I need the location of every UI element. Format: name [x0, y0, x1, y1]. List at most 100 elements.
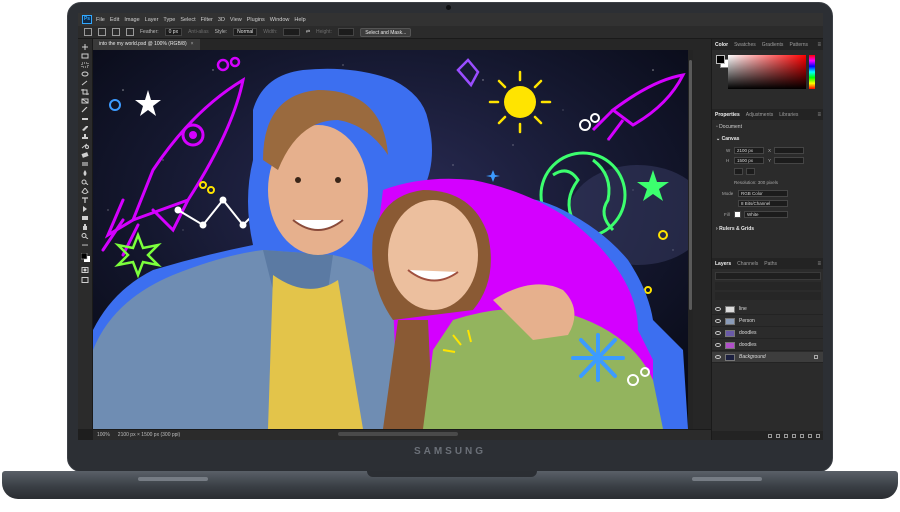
- menu-3d[interactable]: 3D: [218, 17, 225, 23]
- menu-file[interactable]: File: [96, 17, 105, 23]
- tab-patterns[interactable]: Patterns: [786, 42, 811, 48]
- menu-edit[interactable]: Edit: [110, 17, 119, 23]
- clone-stamp-tool-icon[interactable]: [81, 134, 89, 140]
- gradient-tool-icon[interactable]: [81, 161, 89, 167]
- bit-depth-select[interactable]: 8 Bits/Channel: [738, 200, 788, 207]
- menu-image[interactable]: Image: [124, 17, 139, 23]
- portrait-icon[interactable]: [734, 168, 743, 175]
- frame-tool-icon[interactable]: [81, 98, 89, 104]
- anti-alias-checkbox[interactable]: Anti-alias: [188, 29, 209, 35]
- panel-menu-icon[interactable]: ≡: [817, 42, 821, 48]
- history-brush-tool-icon[interactable]: [81, 143, 89, 149]
- marquee-tool-icon[interactable]: [81, 62, 89, 68]
- hue-slider[interactable]: [809, 55, 815, 89]
- visibility-eye-icon[interactable]: [715, 331, 721, 335]
- crop-tool-icon[interactable]: [81, 89, 89, 95]
- menu-plugins[interactable]: Plugins: [247, 17, 265, 23]
- fill-swatch[interactable]: [734, 211, 741, 218]
- layer-row[interactable]: doodles: [712, 340, 823, 351]
- dodge-tool-icon[interactable]: [81, 179, 89, 185]
- close-tab-icon[interactable]: ×: [191, 41, 194, 47]
- layer-row-selected[interactable]: Background: [712, 352, 823, 363]
- visibility-eye-icon[interactable]: [715, 355, 721, 359]
- move-tool-icon[interactable]: [81, 44, 89, 50]
- tab-layers[interactable]: Layers: [712, 261, 734, 267]
- lock-fill-bar[interactable]: [715, 292, 821, 300]
- tab-libraries[interactable]: Libraries: [776, 112, 801, 118]
- canvas-width-input[interactable]: 2100 px: [734, 147, 764, 154]
- mode-select[interactable]: RGB Color: [738, 190, 788, 197]
- width-input[interactable]: [283, 28, 300, 36]
- menu-view[interactable]: View: [230, 17, 242, 23]
- properties-menu-icon[interactable]: ≡: [817, 112, 821, 118]
- delete-layer-icon[interactable]: [816, 433, 820, 438]
- new-selection-icon[interactable]: [112, 28, 120, 36]
- healing-brush-tool-icon[interactable]: [81, 116, 89, 122]
- style-select[interactable]: Normal: [233, 28, 258, 36]
- document-tab[interactable]: into the my world.psd @ 100% (RGB/8) ×: [93, 39, 200, 50]
- visibility-eye-icon[interactable]: [715, 307, 721, 311]
- layer-filter-bar[interactable]: [715, 272, 821, 280]
- artboard-tool-icon[interactable]: [81, 53, 89, 59]
- menu-type[interactable]: Type: [163, 17, 175, 23]
- fill-select[interactable]: White: [744, 211, 788, 218]
- visibility-eye-icon[interactable]: [715, 343, 721, 347]
- new-layer-icon[interactable]: [808, 433, 812, 438]
- eraser-tool-icon[interactable]: [81, 152, 89, 158]
- rectangle-tool-icon[interactable]: [81, 215, 89, 221]
- layers-menu-icon[interactable]: ≡: [817, 261, 821, 267]
- visibility-eye-icon[interactable]: [715, 319, 721, 323]
- zoom-tool-icon[interactable]: [81, 233, 89, 239]
- photoshop-logo-icon[interactable]: Ps: [82, 15, 92, 24]
- blur-tool-icon[interactable]: [81, 170, 89, 176]
- eyedropper-tool-icon[interactable]: [81, 107, 89, 113]
- type-tool-icon[interactable]: [81, 197, 89, 203]
- select-and-mask-button[interactable]: Select and Mask...: [360, 27, 412, 37]
- canvas-section-header[interactable]: ⌄ Canvas: [716, 136, 739, 142]
- foreground-swatch[interactable]: [716, 55, 725, 64]
- lasso-tool-icon[interactable]: [81, 71, 89, 77]
- layer-row[interactable]: Person: [712, 316, 823, 327]
- menu-filter[interactable]: Filter: [201, 17, 213, 23]
- layer-row[interactable]: doodles: [712, 328, 823, 339]
- height-input[interactable]: [337, 28, 355, 36]
- pen-tool-icon[interactable]: [81, 188, 89, 194]
- scrollbar-thumb[interactable]: [689, 60, 692, 310]
- tab-adjustments[interactable]: Adjustments: [743, 112, 777, 118]
- menu-select[interactable]: Select: [180, 17, 195, 23]
- home-icon[interactable]: [84, 28, 92, 36]
- menu-layer[interactable]: Layer: [145, 17, 159, 23]
- brush-tool-icon[interactable]: [81, 125, 89, 131]
- menu-window[interactable]: Window: [270, 17, 290, 23]
- lock-icon[interactable]: [814, 355, 818, 359]
- tab-color[interactable]: Color: [712, 42, 731, 48]
- marquee-tool-preset-icon[interactable]: [98, 28, 106, 36]
- add-selection-icon[interactable]: [126, 28, 134, 36]
- layer-row[interactable]: line: [712, 304, 823, 315]
- tab-properties[interactable]: Properties: [712, 112, 743, 118]
- canvas-x-input[interactable]: [774, 147, 804, 154]
- rulers-grids-section-header[interactable]: › Rulers & Grids: [716, 226, 754, 232]
- hand-tool-icon[interactable]: [81, 224, 89, 230]
- feather-input[interactable]: 0 px: [164, 28, 183, 36]
- canvas-y-input[interactable]: [774, 157, 804, 164]
- quick-select-tool-icon[interactable]: [81, 80, 89, 86]
- tab-channels[interactable]: Channels: [734, 261, 761, 267]
- tab-gradients[interactable]: Gradients: [759, 42, 787, 48]
- zoom-level[interactable]: 100%: [97, 432, 110, 438]
- foreground-background-color-icon[interactable]: [81, 253, 90, 262]
- new-group-icon[interactable]: [800, 433, 804, 438]
- link-layers-icon[interactable]: [768, 433, 772, 438]
- screen-mode-icon[interactable]: [81, 277, 89, 283]
- adjustment-layer-icon[interactable]: [792, 433, 796, 438]
- layer-style-icon[interactable]: [776, 433, 780, 438]
- document-canvas[interactable]: [93, 50, 688, 429]
- tab-swatches[interactable]: Swatches: [731, 42, 759, 48]
- horizontal-scrollbar[interactable]: [338, 432, 458, 436]
- tab-paths[interactable]: Paths: [761, 261, 780, 267]
- landscape-icon[interactable]: [746, 168, 755, 175]
- path-selection-tool-icon[interactable]: [81, 206, 89, 212]
- menu-help[interactable]: Help: [294, 17, 305, 23]
- swap-icon[interactable]: ⇄: [306, 29, 310, 35]
- color-picker-field[interactable]: [728, 55, 806, 89]
